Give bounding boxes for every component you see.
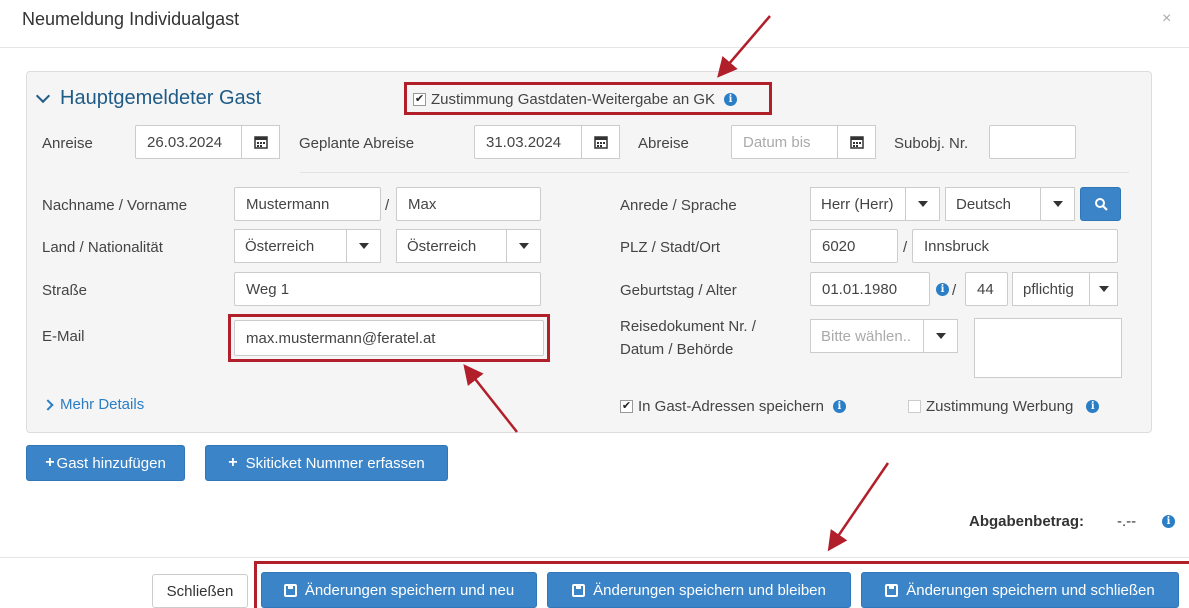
arrow-save [827,462,890,552]
arrow-email [463,364,518,433]
arrow-consent [717,15,771,78]
annotation-arrows [463,15,890,552]
